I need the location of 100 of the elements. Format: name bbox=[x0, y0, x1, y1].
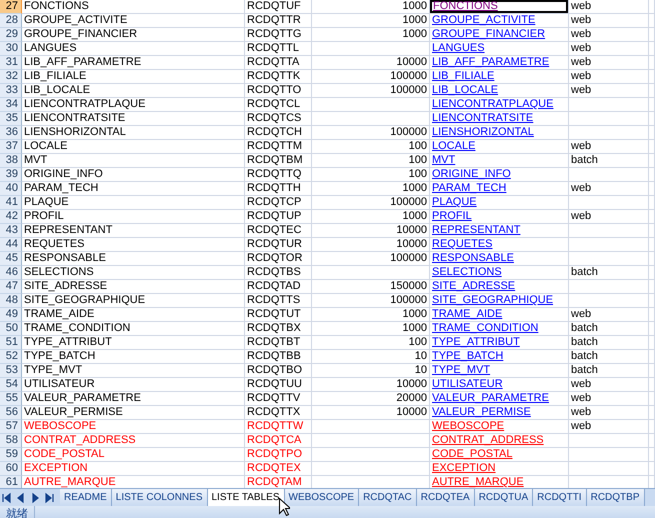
sheet-link[interactable]: FONCTIONS bbox=[433, 0, 498, 12]
row-number[interactable]: 35 bbox=[0, 112, 22, 126]
sheet-link[interactable]: TRAME_CONDITION bbox=[432, 322, 538, 334]
table-cell: RCDQTCA bbox=[245, 434, 312, 448]
row-number[interactable]: 58 bbox=[0, 434, 22, 448]
row-number[interactable]: 46 bbox=[0, 266, 22, 280]
sheet-tab[interactable]: README bbox=[60, 489, 112, 506]
row-number[interactable]: 57 bbox=[0, 420, 22, 434]
table-cell: REPRESENTANT bbox=[22, 224, 245, 238]
table-cell: batch bbox=[569, 364, 649, 378]
sheet-link[interactable]: LIENSHORIZONTAL bbox=[432, 126, 534, 138]
sheet-link[interactable]: TRAME_AIDE bbox=[432, 308, 502, 320]
row-number[interactable]: 61 bbox=[0, 476, 22, 488]
sheet-link[interactable]: PLAQUE bbox=[432, 196, 477, 208]
table-cell: TYPE_MVT bbox=[22, 364, 245, 378]
sheet-link[interactable]: LANGUES bbox=[432, 42, 485, 54]
row-number[interactable]: 32 bbox=[0, 70, 22, 84]
sheet-link[interactable]: CODE_POSTAL bbox=[432, 448, 512, 460]
row-number[interactable]: 45 bbox=[0, 252, 22, 266]
table-cell: WEBOSCOPE bbox=[22, 420, 245, 434]
sheet-link[interactable]: GROUPE_ACTIVITE bbox=[432, 14, 536, 26]
sheet-tab[interactable]: LISTE COLONNES bbox=[112, 489, 208, 506]
sheet-link[interactable]: LIENCONTRATPLAQUE bbox=[432, 98, 554, 110]
row-number[interactable]: 31 bbox=[0, 56, 22, 70]
sheet-link[interactable]: UTILISATEUR bbox=[432, 378, 503, 390]
sheet-link[interactable]: EXCEPTION bbox=[432, 462, 496, 474]
row-number[interactable]: 36 bbox=[0, 126, 22, 140]
sheet-link[interactable]: RESPONSABLE bbox=[432, 252, 514, 264]
sheet-link[interactable]: GROUPE_FINANCIER bbox=[432, 28, 546, 40]
row-number[interactable]: 44 bbox=[0, 238, 22, 252]
row-number[interactable]: 37 bbox=[0, 140, 22, 154]
sheet-link[interactable]: LIENCONTRATSITE bbox=[432, 112, 534, 124]
row-number[interactable]: 43 bbox=[0, 224, 22, 238]
sheet-link[interactable]: LIB_FILIALE bbox=[432, 70, 494, 82]
row-number[interactable]: 28 bbox=[0, 14, 22, 28]
sheet-link[interactable]: TYPE_MVT bbox=[432, 364, 490, 376]
row-number[interactable]: 49 bbox=[0, 308, 22, 322]
row-number[interactable]: 52 bbox=[0, 350, 22, 364]
sheet-link[interactable]: AUTRE_MARQUE bbox=[432, 476, 524, 488]
table-cell: RCDQTBO bbox=[245, 364, 312, 378]
sheet-tab[interactable]: RCDQTUA bbox=[474, 489, 534, 506]
table-cell: 20000 bbox=[312, 392, 430, 406]
sheet-tab[interactable]: RCDQTBP bbox=[586, 489, 644, 506]
table-cell: LIENCONTRATSITE bbox=[22, 112, 245, 126]
row-number[interactable]: 50 bbox=[0, 322, 22, 336]
table-cell: 10 bbox=[312, 350, 430, 364]
sheet-link[interactable]: LIB_LOCALE bbox=[432, 84, 498, 96]
table-cell: RCDQTCS bbox=[245, 112, 312, 126]
row-number[interactable]: 48 bbox=[0, 294, 22, 308]
sheet-tab[interactable]: RCDQTTI bbox=[533, 489, 587, 506]
sheet-link[interactable]: SITE_ADRESSE bbox=[432, 280, 516, 292]
row-number[interactable]: 39 bbox=[0, 168, 22, 182]
row-number[interactable]: 47 bbox=[0, 280, 22, 294]
sheet-link[interactable]: LIB_AFF_PARAMETRE bbox=[432, 56, 550, 68]
sheet-link[interactable]: ORIGINE_INFO bbox=[432, 168, 511, 180]
table-cell: 100000 bbox=[312, 126, 430, 140]
sheet-link[interactable]: WEBOSCOPE bbox=[432, 420, 504, 432]
sheet-link[interactable]: LOCALE bbox=[432, 140, 476, 152]
row-number[interactable]: 55 bbox=[0, 392, 22, 406]
table-cell: CONTRAT_ADDRESS bbox=[22, 434, 245, 448]
table-cell: RCDQTCH bbox=[245, 126, 312, 140]
row-number[interactable]: 60 bbox=[0, 462, 22, 476]
sheet-tab[interactable]: LISTE TABLES bbox=[208, 489, 284, 506]
sheet-link[interactable]: SITE_GEOGRAPHIQUE bbox=[432, 294, 554, 306]
table-cell: RCDQTTO bbox=[245, 84, 312, 98]
sheet-link[interactable]: CONTRAT_ADDRESS bbox=[432, 434, 544, 446]
table-cell: RCDQTTA bbox=[245, 56, 312, 70]
sheet-link[interactable]: VALEUR_PERMISE bbox=[432, 406, 531, 418]
row-number[interactable]: 38 bbox=[0, 154, 22, 168]
sheet-link[interactable]: MVT bbox=[432, 154, 456, 166]
sheet-link[interactable]: VALEUR_PARAMETRE bbox=[432, 392, 549, 404]
table-cell: PLAQUE bbox=[22, 196, 245, 210]
row-number[interactable]: 29 bbox=[0, 28, 22, 42]
sheet-tab[interactable]: WEBOSCOPE bbox=[284, 489, 360, 506]
sheet-link[interactable]: PROFIL bbox=[432, 210, 472, 222]
row-number[interactable]: 42 bbox=[0, 210, 22, 224]
sheet-link[interactable]: TYPE_BATCH bbox=[432, 350, 504, 362]
table-cell: TRAME_AIDE bbox=[22, 308, 245, 322]
table-cell: CODE_POSTAL bbox=[22, 448, 245, 462]
sheet-tab[interactable]: RCDQTAC bbox=[359, 489, 417, 506]
sheet-tab[interactable]: RCDQTEA bbox=[416, 489, 475, 506]
sheet-link[interactable]: REQUETES bbox=[432, 238, 493, 250]
row-number[interactable]: 56 bbox=[0, 406, 22, 420]
table-cell: web bbox=[569, 210, 649, 224]
sheet-link[interactable]: REPRESENTANT bbox=[432, 224, 520, 236]
table-cell: PARAM_TECH bbox=[22, 182, 245, 196]
sheet-link[interactable]: SELECTIONS bbox=[432, 266, 502, 278]
row-number[interactable]: 54 bbox=[0, 378, 22, 392]
table-cell: batch bbox=[569, 154, 649, 168]
row-number[interactable]: 33 bbox=[0, 84, 22, 98]
row-number[interactable]: 34 bbox=[0, 98, 22, 112]
sheet-link[interactable]: TYPE_ATTRIBUT bbox=[432, 336, 520, 348]
row-number[interactable]: 30 bbox=[0, 42, 22, 56]
row-number[interactable]: 40 bbox=[0, 182, 22, 196]
row-number[interactable]: 27 bbox=[0, 0, 22, 14]
row-number[interactable]: 53 bbox=[0, 364, 22, 378]
row-number[interactable]: 41 bbox=[0, 196, 22, 210]
row-number[interactable]: 51 bbox=[0, 336, 22, 350]
sheet-link[interactable]: PARAM_TECH bbox=[432, 182, 506, 194]
row-number[interactable]: 59 bbox=[0, 448, 22, 462]
